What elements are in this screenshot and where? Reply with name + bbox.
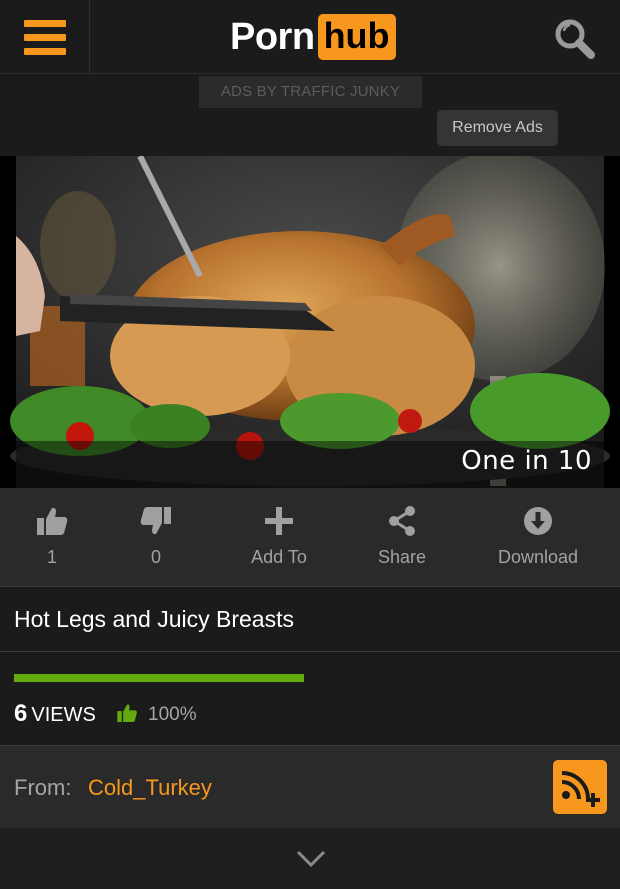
download-icon (521, 504, 555, 538)
rating-bar-fill (14, 674, 304, 682)
search-icon[interactable] (553, 17, 597, 61)
download-button[interactable]: Download (478, 488, 598, 586)
add-to-button[interactable]: Add To (220, 488, 338, 586)
share-button[interactable]: Share (344, 488, 460, 586)
views-label: VIEWS (31, 704, 96, 726)
share-icon (385, 504, 419, 538)
ads-by-label[interactable]: ADS BY TRAFFIC JUNKY (199, 76, 422, 108)
video-title-row: Hot Legs and Juicy Breasts (0, 586, 620, 652)
uploader-row: From: Cold_Turkey (0, 746, 620, 828)
dislike-button[interactable]: 0 (104, 488, 208, 586)
plus-icon (262, 504, 296, 538)
video-actions-bar: 1 0 Add To Share Download (0, 488, 620, 586)
like-count: 1 (46, 547, 57, 567)
thumbs-up-icon (35, 504, 69, 538)
rating-thumbs-up-icon (116, 702, 138, 724)
expand-row (0, 828, 620, 889)
video-stats: 6 VIEWS 100% (0, 652, 620, 746)
video-title: Hot Legs and Juicy Breasts (14, 606, 294, 632)
ads-bar: ADS BY TRAFFIC JUNKY Remove Ads (0, 74, 620, 156)
views-count: 6 VIEWS (14, 700, 96, 728)
logo-text-left: Porn (230, 15, 315, 58)
site-logo[interactable]: Porn hub (230, 12, 396, 62)
dislike-count: 0 (150, 547, 161, 567)
add-to-label: Add To (251, 547, 307, 567)
top-header: Porn hub (0, 0, 620, 74)
rss-subscribe-icon[interactable] (553, 760, 607, 814)
download-label: Download (497, 547, 579, 567)
uploader-name-link[interactable]: Cold_Turkey (88, 775, 212, 801)
video-caption: One in 10 (461, 446, 592, 476)
share-label: Share (377, 547, 427, 567)
remove-ads-button[interactable]: Remove Ads (437, 110, 558, 146)
hamburger-menu-icon[interactable] (0, 0, 90, 74)
like-button[interactable]: 1 (0, 488, 104, 586)
rating-percent: 100% (148, 704, 197, 725)
chevron-down-icon[interactable] (294, 846, 328, 872)
video-player[interactable]: One in 10 (0, 156, 620, 488)
logo-text-right: hub (317, 14, 396, 60)
views-number: 6 (14, 700, 28, 727)
video-thumbnail (0, 156, 620, 488)
rating-bar (14, 674, 304, 682)
thumbs-down-icon (139, 504, 173, 538)
from-label: From: (14, 775, 72, 800)
